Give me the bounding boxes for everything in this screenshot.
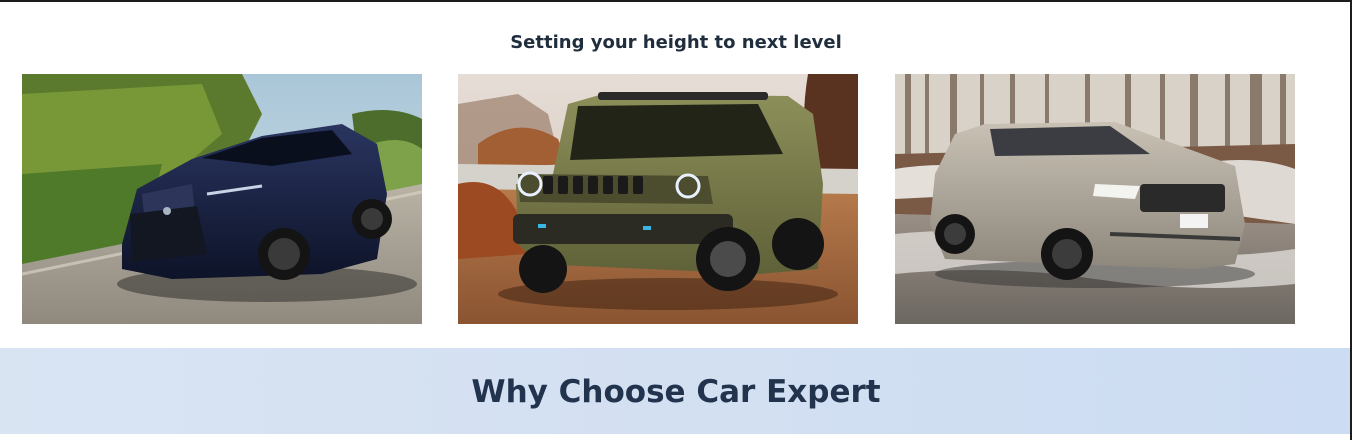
hero-subtitle: Setting your height to next level xyxy=(510,32,842,53)
car-image-range-rover xyxy=(895,74,1295,324)
car-image-lexus xyxy=(22,74,422,324)
jeep-suv-photo xyxy=(458,74,858,324)
car-image-jeep xyxy=(458,74,858,324)
range-rover-photo xyxy=(895,74,1295,324)
why-choose-section: Why Choose Car Expert xyxy=(0,348,1352,434)
why-choose-title: Why Choose Car Expert xyxy=(471,374,881,410)
lexus-suv-photo xyxy=(22,74,422,324)
